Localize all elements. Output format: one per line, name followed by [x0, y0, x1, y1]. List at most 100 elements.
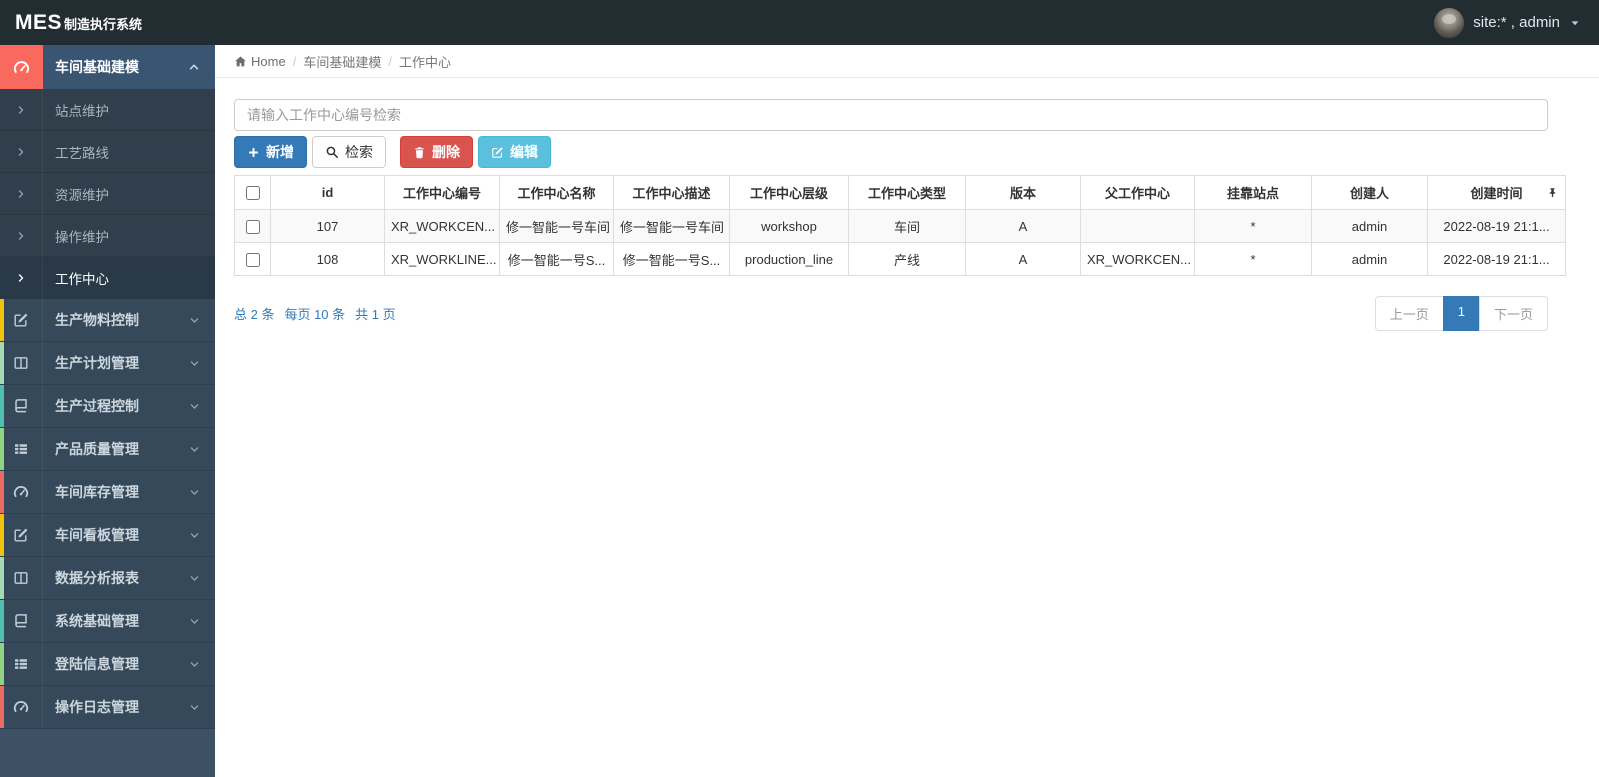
select-all-checkbox[interactable] [245, 186, 260, 201]
table-cell: admin [1311, 242, 1428, 276]
plus-icon [247, 146, 260, 159]
accent-bar [0, 686, 4, 728]
sidebar-item[interactable]: 车间库存管理 [0, 471, 215, 514]
breadcrumb-home-link[interactable]: Home [234, 54, 286, 69]
accent-bar [0, 342, 4, 384]
column-header[interactable]: id [270, 175, 385, 210]
sidebar-subitem[interactable]: 工作中心 [0, 257, 215, 299]
sidebar-item-label: 车间库存管理 [55, 484, 139, 500]
column-header[interactable]: 版本 [965, 175, 1081, 210]
sidebar-item-label: 生产计划管理 [55, 355, 139, 371]
sidebar-subitem[interactable]: 资源维护 [0, 173, 215, 215]
row-select-cell [234, 209, 271, 243]
sidebar-item[interactable]: 系统基础管理 [0, 600, 215, 643]
sidebar-item[interactable]: 产品质量管理 [0, 428, 215, 471]
column-header[interactable]: 创建人 [1311, 175, 1428, 210]
pencil-square-icon [0, 514, 43, 556]
table-cell: 107 [270, 209, 385, 243]
sidebar-group-label: 车间基础建模 [55, 59, 139, 75]
column-header-label: 创建人 [1349, 186, 1389, 201]
sidebar-item[interactable]: 车间看板管理 [0, 514, 215, 557]
avatar [1434, 7, 1465, 38]
table-cell: XR_WORKLINE... [384, 242, 500, 276]
sidebar-submenu: 站点维护 工艺路线 资源维护 操作维护 工作中心 [0, 89, 215, 299]
column-header-label: 工作中心描述 [632, 186, 711, 201]
column-header[interactable]: 父工作中心 [1080, 175, 1195, 210]
column-header-label: 挂靠站点 [1226, 186, 1279, 201]
content-area: Home / 车间基础建模 / 工作中心 新增 检索 删除 编辑 [215, 45, 1599, 777]
column-header[interactable]: 工作中心编号 [384, 175, 500, 210]
sidebar-item[interactable]: 操作日志管理 [0, 686, 215, 729]
pin-icon[interactable] [1547, 187, 1558, 198]
column-header-label: 父工作中心 [1104, 186, 1170, 201]
column-header[interactable]: 工作中心名称 [499, 175, 614, 210]
sidebar-group-workshop-modeling[interactable]: 车间基础建模 [0, 45, 215, 89]
page-1-button[interactable]: 1 [1442, 296, 1480, 331]
row-checkbox[interactable] [245, 219, 260, 234]
toolbar: 新增 检索 删除 编辑 [234, 136, 1599, 168]
sidebar-item[interactable]: 生产计划管理 [0, 342, 215, 385]
prev-page-button[interactable]: 上一页 [1374, 296, 1444, 331]
column-header-label: 工作中心编号 [402, 186, 481, 201]
table-cell: 修一智能一号车间 [613, 209, 730, 243]
gauge-icon [0, 686, 43, 728]
table-cell: 车间 [848, 209, 966, 243]
breadcrumb-section-link[interactable]: 车间基础建模 [303, 52, 381, 71]
add-button[interactable]: 新增 [234, 136, 307, 168]
chevron-down-icon [189, 514, 215, 556]
table-cell: 108 [270, 242, 385, 276]
chevron-down-icon [189, 299, 215, 341]
column-header[interactable]: 挂靠站点 [1194, 175, 1312, 210]
row-select-cell [234, 242, 271, 276]
pager: 上一页 1 下一页 [1374, 296, 1548, 331]
chevron-down-icon [189, 471, 215, 513]
next-page-button[interactable]: 下一页 [1478, 296, 1548, 331]
table-cell: XR_WORKCEN... [1080, 242, 1195, 276]
per-page-count: 每页 10 条 [284, 307, 346, 322]
column-header[interactable]: 工作中心类型 [848, 175, 966, 210]
search-input[interactable] [234, 99, 1548, 131]
work-center-table: id 工作中心编号 工作中心名称 工作中心描述 工作中心层级 工作中心类型 版本 父工作中心 挂… [234, 175, 1566, 276]
sidebar-subitem[interactable]: 操作维护 [0, 215, 215, 257]
chevron-down-icon [189, 557, 215, 599]
column-header[interactable]: 工作中心层级 [729, 175, 849, 210]
brand-subtitle: 制造执行系统 [64, 16, 143, 32]
chevron-right-icon [0, 173, 43, 214]
sidebar-subitem-label: 工作中心 [55, 271, 109, 287]
sidebar-item-label: 生产物料控制 [55, 312, 139, 328]
row-checkbox[interactable] [245, 252, 260, 267]
delete-button[interactable]: 删除 [400, 136, 473, 168]
sidebar-subitem[interactable]: 工艺路线 [0, 131, 215, 173]
user-menu[interactable]: site:* , admin [1434, 7, 1599, 38]
table-cell: 修一智能一号车间 [499, 209, 614, 243]
search-button[interactable]: 检索 [312, 136, 386, 168]
list-icon [0, 428, 43, 470]
sidebar-item-label: 数据分析报表 [55, 570, 139, 586]
table-cell: admin [1311, 209, 1428, 243]
table-row[interactable]: 108 XR_WORKLINE... 修一智能一号S... 修一智能一号S... pro… [234, 242, 1566, 276]
chevron-down-icon [189, 342, 215, 384]
chevron-right-icon [0, 89, 43, 130]
accent-bar [0, 385, 4, 427]
sidebar-item[interactable]: 登陆信息管理 [0, 643, 215, 686]
pagination-bar: 总 2 条 每页 10 条 共 1 页 上一页 1 下一页 [234, 296, 1548, 331]
table-cell: * [1194, 209, 1312, 243]
accent-bar [0, 471, 4, 513]
sidebar-item[interactable]: 生产过程控制 [0, 385, 215, 428]
chevron-down-icon [189, 643, 215, 685]
column-header-label: id [321, 185, 334, 200]
breadcrumb-current-page: 工作中心 [398, 54, 451, 70]
accent-bar [0, 643, 4, 685]
sidebar-item[interactable]: 数据分析报表 [0, 557, 215, 600]
column-header[interactable]: 创建时间 [1427, 175, 1566, 210]
column-header[interactable]: 工作中心描述 [613, 175, 730, 210]
caret-down-icon [1569, 17, 1581, 29]
sidebar-subitem[interactable]: 站点维护 [0, 89, 215, 131]
table-header-row: id 工作中心编号 工作中心名称 工作中心描述 工作中心层级 工作中心类型 版本 父工作中心 挂… [234, 175, 1566, 210]
edit-button[interactable]: 编辑 [478, 136, 551, 168]
column-header-label: 工作中心类型 [867, 186, 946, 201]
table-row[interactable]: 107 XR_WORKCEN... 修一智能一号车间 修一智能一号车间 workshop… [234, 209, 1566, 243]
sidebar-item[interactable]: 生产物料控制 [0, 299, 215, 342]
chevron-up-icon [188, 45, 215, 89]
table-cell: A [965, 242, 1081, 276]
